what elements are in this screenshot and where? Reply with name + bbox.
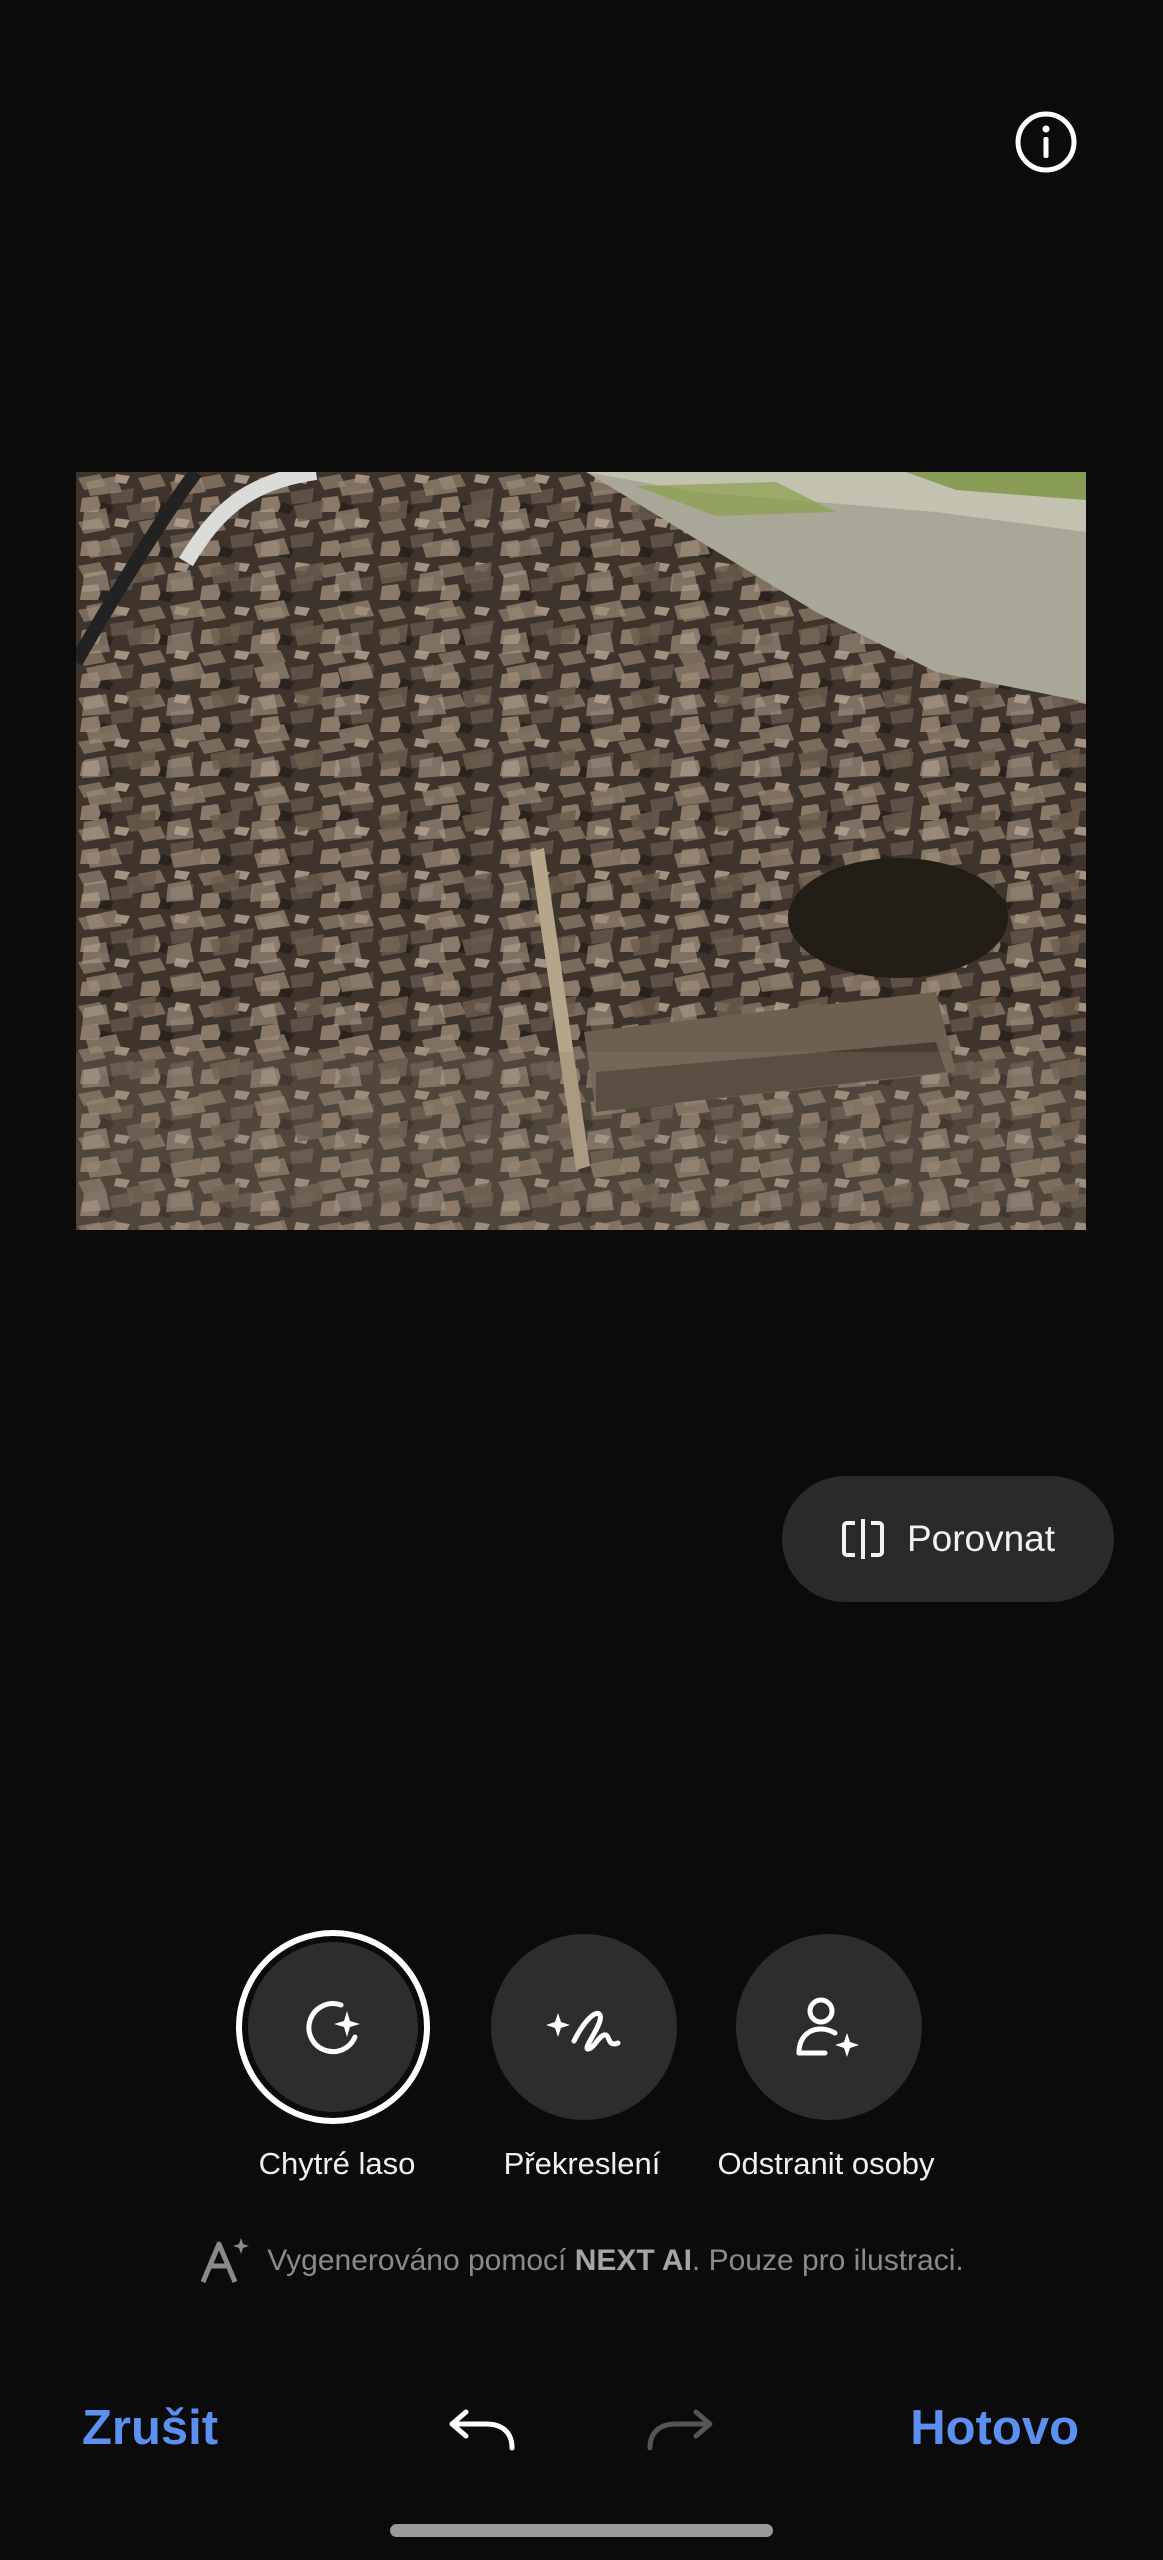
photo-image: [76, 472, 1086, 1230]
home-indicator[interactable]: [390, 2524, 773, 2537]
tool-redraw[interactable]: [491, 1934, 677, 2120]
compare-label: Porovnat: [906, 1518, 1056, 1559]
ai-note-brand: NEXT AI: [574, 2244, 692, 2277]
ai-disclaimer: Vygenerováno pomocí NEXT AI. Pouze pro i…: [0, 2236, 1163, 2286]
compare-split-icon: [841, 1519, 884, 1559]
redo-button[interactable]: [644, 2398, 716, 2460]
ai-note-prefix: Vygenerováno pomocí: [267, 2244, 575, 2277]
remove-person-icon: [796, 1997, 859, 2057]
redraw-sparkle-icon: [546, 2011, 621, 2052]
info-button[interactable]: [1012, 108, 1080, 176]
edited-photo[interactable]: [76, 472, 1086, 1230]
ai-sparkle-icon: [200, 2238, 250, 2283]
redo-icon: [647, 2409, 713, 2451]
undo-button[interactable]: [446, 2398, 518, 2460]
compare-button[interactable]: Porovnat: [782, 1476, 1114, 1602]
tool-label-smart-lasso: Chytré laso: [258, 2146, 416, 2181]
ai-note-suffix: . Pouze pro ilustraci.: [691, 2244, 964, 2277]
smart-lasso-icon: [306, 2001, 360, 2055]
tool-remove-person[interactable]: [736, 1934, 922, 2120]
tool-label-remove-person: Odstranit osoby: [717, 2146, 935, 2181]
tool-smart-lasso[interactable]: [236, 1930, 430, 2124]
done-button[interactable]: Hotovo: [910, 2400, 1079, 2456]
info-circle-icon: [1015, 111, 1077, 173]
undo-icon: [449, 2409, 515, 2451]
tool-label-redraw: Překreslení: [503, 2146, 661, 2181]
cancel-button[interactable]: Zrušit: [82, 2400, 218, 2456]
